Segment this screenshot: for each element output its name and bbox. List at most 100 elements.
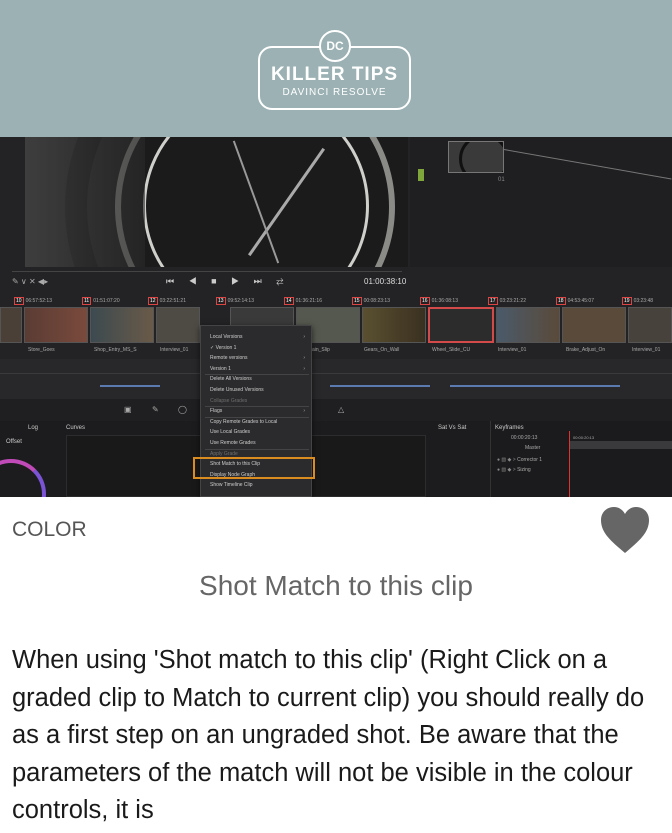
clip-name: Shop_Entry_MS_S xyxy=(94,347,137,353)
clip-thumbnail-strip[interactable] xyxy=(0,307,672,343)
circle-icon[interactable]: ◯ xyxy=(178,405,187,414)
post-title: Shot Match to this clip xyxy=(199,570,473,601)
resolve-screenshot[interactable]: 01 ✎ ∨ ✕ ◀▸ ⏮ ◀ ■ ▶ ⏭ ⇄ 01:00:38:10 10 06… xyxy=(0,137,672,497)
header-banner: DC KILLER TIPS DAVINCI RESOLVE xyxy=(0,0,672,137)
menu-divider xyxy=(205,374,309,376)
node-01[interactable] xyxy=(448,141,504,173)
keyframes-timecode-2: 00:00:20:13 xyxy=(573,435,595,440)
toolbar-icon[interactable]: ▣ xyxy=(124,405,132,414)
keyframe-master: Master xyxy=(525,445,541,451)
clip-name: Interview_01 xyxy=(632,347,661,353)
clip-tc-text: 01:51:07:20 xyxy=(93,298,120,304)
clip-tc-text: 09:52:14:13 xyxy=(227,298,254,304)
clip-name: Wheel_Slide_CU xyxy=(432,347,471,353)
curves-label[interactable]: Curves xyxy=(66,425,85,431)
clip-name: Interview_01 xyxy=(160,347,189,353)
clip-thumbnail[interactable] xyxy=(362,307,426,343)
clip-timecode: 19 03:23:48 xyxy=(622,297,653,305)
context-menu-item[interactable]: Flags xyxy=(210,408,222,414)
clip-thumbnail[interactable] xyxy=(562,307,626,343)
keyframe-track[interactable] xyxy=(569,441,672,449)
node-number: 01 xyxy=(498,177,505,183)
context-menu-item[interactable]: Delete Unused Versions xyxy=(210,387,264,393)
context-menu-item[interactable]: Apply Grade xyxy=(210,451,238,457)
context-menu-item[interactable]: ✓ Version 1 xyxy=(210,345,236,351)
clip-thumbnail[interactable] xyxy=(156,307,200,343)
clip-timecode: 15 00:08:23:13 xyxy=(352,297,390,305)
clip-tc-text: 01:36:08:13 xyxy=(431,298,458,304)
clip-thumbnail-selected[interactable] xyxy=(428,307,494,343)
submenu-arrow-icon: › xyxy=(303,334,305,340)
viewer-frame xyxy=(25,137,408,267)
keyframes-label: Keyframes xyxy=(495,425,524,431)
clip-number: 15 xyxy=(352,297,362,305)
viewer-tools[interactable]: ✎ ∨ ✕ ◀▸ xyxy=(12,277,48,286)
clip-timecode: 12 03:22:51:21 xyxy=(148,297,186,305)
sat-vs-sat-label[interactable]: Sat Vs Sat xyxy=(438,425,466,431)
context-menu-item[interactable]: Collapse Grades xyxy=(210,398,247,404)
clip-name: Store_Goes xyxy=(28,347,55,353)
clip-number: 12 xyxy=(148,297,158,305)
playhead[interactable] xyxy=(569,431,570,497)
clip-tc-text: 03:23:48 xyxy=(633,298,654,304)
clip-thumbnail[interactable] xyxy=(90,307,154,343)
context-menu-item[interactable]: Use Remote Grades xyxy=(210,440,256,446)
triangle-icon[interactable]: △ xyxy=(338,405,344,414)
clip-number: 13 xyxy=(216,297,226,305)
menu-divider xyxy=(205,416,309,418)
playback-controls[interactable]: ⏮ ◀ ■ ▶ ⏭ ⇄ xyxy=(166,276,289,287)
highlight-box xyxy=(193,457,315,479)
keyframe-sizing: ● ▨ ◆ > Sizing xyxy=(497,467,531,473)
submenu-arrow-icon: › xyxy=(303,355,305,362)
node-input-indicator xyxy=(418,169,424,181)
category-label[interactable]: COLOR xyxy=(12,518,87,542)
context-menu-item[interactable]: Use Local Grades xyxy=(210,429,250,435)
clip-tc-text: 06:57:52:13 xyxy=(25,298,52,304)
clip-tc-text: 03:22:51:21 xyxy=(159,298,186,304)
post-body: When using 'Shot match to this clip' (Ri… xyxy=(12,646,645,824)
clip-number: 18 xyxy=(556,297,566,305)
clip-timecode: 10 06:57:52:13 xyxy=(14,297,52,305)
offset-label: Offset xyxy=(6,439,22,445)
clip-timecode: 17 03:23:21:22 xyxy=(488,297,526,305)
killer-tips-logo[interactable]: DC KILLER TIPS DAVINCI RESOLVE xyxy=(258,30,411,110)
node-connection xyxy=(503,149,672,180)
context-menu-item[interactable]: Version 1 xyxy=(210,366,231,372)
clip-thumbnail[interactable] xyxy=(628,307,672,343)
heart-icon[interactable] xyxy=(599,505,651,555)
clip-number: 16 xyxy=(420,297,430,305)
clip-timecode: 13 09:52:14:13 xyxy=(216,297,254,305)
clip-thumbnail[interactable] xyxy=(496,307,560,343)
logo-title: KILLER TIPS xyxy=(270,64,399,85)
clip-number: 14 xyxy=(284,297,294,305)
clip-thumbnail[interactable] xyxy=(0,307,22,343)
timecode-display: 01:00:38:10 xyxy=(364,277,407,286)
clip-thumbnail[interactable] xyxy=(24,307,88,343)
context-menu-item[interactable]: Local Versions xyxy=(210,334,243,340)
keyframes-panel[interactable]: Keyframes 00:00:20:13 00:00:20:13 Master… xyxy=(490,421,672,497)
clip-number: 11 xyxy=(82,297,92,305)
logo-badge: DC xyxy=(319,30,351,62)
logo-subtitle: DAVINCI RESOLVE xyxy=(282,87,387,98)
color-toolbar: ▣ ✎ ◯ △ xyxy=(0,399,672,421)
menu-divider xyxy=(205,406,309,408)
context-menu-item[interactable]: Delete All Versions xyxy=(210,376,252,382)
clip-number: 19 xyxy=(622,297,632,305)
transport-bar: ✎ ∨ ✕ ◀▸ ⏮ ◀ ■ ▶ ⏭ ⇄ 01:00:38:10 xyxy=(0,267,672,301)
offset-color-wheel[interactable] xyxy=(0,459,46,497)
mini-timeline[interactable] xyxy=(0,359,672,399)
log-label[interactable]: Log xyxy=(28,425,38,431)
clip-tc-text: 03:23:21:22 xyxy=(499,298,526,304)
clip-timecode: 16 01:36:08:13 xyxy=(420,297,458,305)
node-editor[interactable]: 01 xyxy=(410,137,672,267)
context-menu-item[interactable]: Remote versions xyxy=(210,355,248,361)
clip-tc-text: 04:53:45:07 xyxy=(567,298,594,304)
context-menu-item[interactable]: Copy Remote Grades to Local xyxy=(210,419,277,425)
menu-divider xyxy=(205,448,309,450)
clip-tc-text: 01:36:21:16 xyxy=(295,298,322,304)
submenu-arrow-icon: › xyxy=(303,408,305,415)
pen-icon[interactable]: ✎ xyxy=(152,405,159,414)
context-menu-item[interactable]: Show Timeline Clip xyxy=(210,482,253,488)
keyframe-corrector: ● ▨ ◆ > Corrector 1 xyxy=(497,457,543,463)
clip-number: 17 xyxy=(488,297,498,305)
